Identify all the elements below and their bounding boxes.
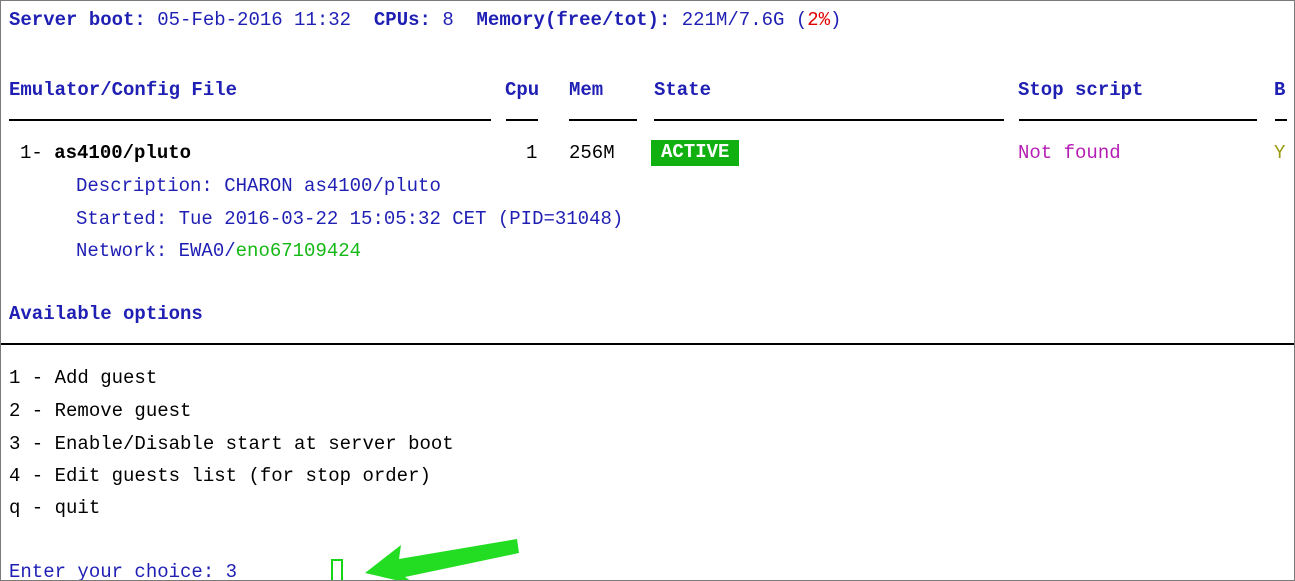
guest-cpu: 1 <box>526 142 538 164</box>
server-status-line: Server boot: 05-Feb-2016 11:32 CPUs: 8 M… <box>9 7 841 33</box>
column-header-stop-script: Stop script <box>1018 79 1144 101</box>
underline-boot <box>1275 119 1287 121</box>
options-divider <box>1 343 1294 345</box>
options-title: Available options <box>9 303 203 325</box>
guest-network: Network: EWA0/eno67109424 <box>76 238 361 264</box>
guest-stop-script: Not found <box>1018 142 1121 164</box>
cpus-value: 8 <box>442 9 454 31</box>
underline-config <box>9 119 491 121</box>
boot-label: Server boot: <box>9 9 146 31</box>
network-interface: eno67109424 <box>235 240 362 262</box>
option-remove-guest[interactable]: 2 - Remove guest <box>9 398 191 424</box>
option-add-guest[interactable]: 1 - Add guest <box>9 365 157 391</box>
guest-description: Description: CHARON as4100/pluto <box>76 175 441 197</box>
text-cursor <box>331 559 343 580</box>
column-header-mem: Mem <box>569 79 604 101</box>
memory-close-paren: ) <box>830 9 842 31</box>
prompt-label: Enter your choice: <box>9 561 215 581</box>
guest-mem: 256M <box>569 142 615 164</box>
memory-value: 221M/7.6G <box>681 9 785 31</box>
boot-value: 05-Feb-2016 11:32 <box>157 9 352 31</box>
pointer-arrow-icon <box>365 539 519 580</box>
guest-row[interactable]: 1- as4100/pluto <box>20 140 191 166</box>
memory-percent: 2% <box>807 9 831 31</box>
guest-started: Started: Tue 2016-03-22 15:05:32 CET (PI… <box>76 208 624 230</box>
choice-prompt[interactable]: Enter your choice: 3 <box>9 559 237 581</box>
network-label: Network: EWA0/ <box>76 240 236 262</box>
terminal-window: Server boot: 05-Feb-2016 11:32 CPUs: 8 M… <box>0 0 1295 581</box>
guest-index: 1- <box>20 142 43 164</box>
column-header-cpu: Cpu <box>505 79 540 101</box>
memory-label: Memory(free/tot): <box>476 9 671 31</box>
option-quit[interactable]: q - quit <box>9 495 100 521</box>
guest-name: as4100/pluto <box>54 142 192 164</box>
prompt-input[interactable]: 3 <box>226 561 237 580</box>
underline-cpu <box>506 119 538 121</box>
underline-stop-script <box>1019 119 1257 121</box>
cpus-label: CPUs: <box>373 9 431 31</box>
column-header-config: Emulator/Config File <box>9 79 238 101</box>
column-header-boot: B <box>1274 79 1286 101</box>
guest-state-badge: ACTIVE <box>651 140 740 166</box>
guest-boot-flag: Y <box>1274 142 1286 164</box>
underline-mem <box>569 119 637 121</box>
column-header-state: State <box>654 79 712 101</box>
underline-state <box>654 119 1004 121</box>
option-toggle-boot-start[interactable]: 3 - Enable/Disable start at server boot <box>9 431 454 457</box>
memory-open-paren: ( <box>795 9 808 31</box>
option-edit-guests-list[interactable]: 4 - Edit guests list (for stop order) <box>9 463 431 489</box>
